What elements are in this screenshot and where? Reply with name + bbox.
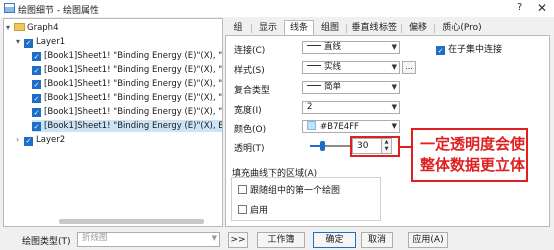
tree-layer1-label: Layer1	[36, 37, 66, 47]
annotation-line-2: 整体数据更立体	[420, 156, 526, 174]
tab-separator	[346, 24, 347, 33]
line-sample	[307, 45, 321, 46]
width-label: 宽度(I)	[234, 106, 262, 116]
apply-button[interactable]: 应用(A)	[408, 232, 448, 248]
plot-tree[interactable]: ▾ Graph4 ▾ ✓ Layer1 ✓ [Book1]Sheet1! "Bindin…	[3, 18, 223, 227]
tree-plot-item[interactable]: ✓ [Book1]Sheet1! "Binding Energy (E)"(X),…	[32, 92, 222, 104]
tree-plot-label: [Book1]Sheet1! "Binding Energy (E)"(X), …	[44, 93, 223, 103]
tree-plot-item[interactable]: ✓ [Book1]Sheet1! "Binding Energy (E)"(X),…	[32, 106, 222, 118]
checkbox-unchecked-icon	[238, 185, 247, 194]
tree-plot-label: [Book1]Sheet1! "Binding Energy (E)"(X), …	[44, 79, 223, 89]
title-bar: 绘图细节 - 绘图属性 ? ✕	[0, 0, 554, 17]
plot-checkbox[interactable]: ✓	[32, 122, 41, 131]
plot-checkbox[interactable]: ✓	[32, 52, 41, 61]
tab-label[interactable]: 标签	[378, 21, 398, 35]
chevron-down-icon: ▼	[391, 43, 397, 51]
tree-plot-item[interactable]: ✓ [Book1]Sheet1! "Binding Energy (E)"(X),…	[32, 120, 222, 132]
tree-plot-item[interactable]: ✓ [Book1]Sheet1! "Binding Energy (E)"(X),…	[32, 64, 222, 76]
color-swatch	[307, 121, 316, 130]
tab-separator	[401, 24, 402, 33]
workbook-button[interactable]: 工作簿	[257, 232, 305, 248]
tree-node-graph[interactable]: ▾ Graph4	[6, 22, 58, 34]
tree-plot-label: [Book1]Sheet1! "Binding Energy (E)"(X), …	[44, 107, 223, 117]
chevron-down-icon: ▼	[391, 122, 397, 130]
tab-offset[interactable]: 偏移	[406, 21, 430, 35]
tree-graph-label: Graph4	[27, 23, 59, 33]
color-label: 颜色(O)	[234, 125, 267, 135]
tree-node-layer2[interactable]: › ✓ Layer2	[16, 134, 65, 146]
connect-in-subset-checkbox[interactable]: ✓ 在子集中连接	[436, 42, 502, 55]
style-label: 样式(S)	[234, 66, 265, 76]
folder-icon	[14, 23, 25, 31]
plot-checkbox[interactable]: ✓	[32, 94, 41, 103]
tab-stack[interactable]: 组图	[318, 21, 342, 35]
tree-plot-label: [Book1]Sheet1! "Binding Energy (E)"(X), …	[44, 121, 223, 131]
width-value: 2	[307, 102, 313, 112]
expand-icon[interactable]: ›	[16, 134, 24, 146]
color-select[interactable]: #B7E4FF ▼	[302, 120, 400, 133]
chevron-down-icon: ▼	[391, 83, 397, 91]
enable-fill-checkbox[interactable]: 启用	[238, 203, 268, 216]
tree-node-layer1[interactable]: ▾ ✓ Layer1	[16, 36, 65, 48]
tab-line[interactable]: 线条	[284, 20, 314, 36]
chevron-down-icon: ▼	[211, 234, 217, 242]
compound-type-label: 复合类型	[234, 86, 271, 96]
compound-type-value: 简单	[324, 82, 342, 92]
bottom-bar: 绘图类型(T) 折线图 ▼ >> 工作簿 确定 取消 应用(A)	[0, 228, 554, 250]
chevron-down-icon: ▼	[391, 63, 397, 71]
plot-type-select[interactable]: 折线图 ▼	[77, 232, 220, 247]
tree-plot-item[interactable]: ✓ [Book1]Sheet1! "Binding Energy (E)"(X),…	[32, 50, 222, 62]
tab-separator	[251, 24, 252, 33]
tab-group[interactable]: 组	[231, 21, 245, 35]
ok-button[interactable]: 确定	[313, 232, 356, 248]
layer-checkbox[interactable]: ✓	[24, 39, 33, 48]
tab-separator	[434, 24, 435, 33]
checkbox-checked-icon: ✓	[436, 46, 445, 55]
window-title: 绘图细节 - 绘图属性	[18, 6, 99, 16]
app-icon	[4, 3, 15, 13]
tab-drop-lines[interactable]: 垂直线	[350, 21, 380, 35]
close-icon[interactable]: ✕	[537, 1, 547, 15]
checkbox-unchecked-icon	[238, 205, 247, 214]
help-icon[interactable]: ?	[517, 2, 522, 13]
annotation-callout: 一定透明度会使 整体数据更立体	[411, 128, 528, 182]
enable-fill-label: 启用	[250, 206, 269, 216]
tree-plot-label: [Book1]Sheet1! "Binding Energy (E)"(X), …	[44, 51, 223, 61]
color-value: #B7E4FF	[320, 122, 359, 132]
plot-type-value: 折线图	[82, 233, 108, 243]
plot-type-label: 绘图类型(T)	[22, 237, 71, 247]
style-select[interactable]: 实线 ▼	[302, 61, 400, 74]
cancel-button[interactable]: 取消	[361, 232, 393, 248]
width-select[interactable]: 2 ▼	[302, 101, 400, 114]
expand-panel-button[interactable]: >>	[228, 232, 248, 248]
line-sample	[307, 65, 321, 66]
connect-value: 直线	[324, 42, 342, 52]
horizontal-scrollbar[interactable]	[59, 219, 204, 224]
highlight-box	[350, 136, 400, 157]
plot-checkbox[interactable]: ✓	[32, 80, 41, 89]
connect-select[interactable]: 直线 ▼	[302, 41, 400, 54]
style-more-button[interactable]: ...	[402, 61, 416, 74]
tree-plot-item[interactable]: ✓ [Book1]Sheet1! "Binding Energy (E)"(X),…	[32, 78, 222, 90]
collapse-icon[interactable]: ▾	[6, 22, 14, 34]
layer-checkbox[interactable]: ✓	[24, 137, 33, 146]
style-value: 实线	[324, 62, 342, 72]
plot-checkbox[interactable]: ✓	[32, 108, 41, 117]
tab-display[interactable]: 显示	[256, 21, 280, 35]
connect-in-subset-label: 在子集中连接	[448, 45, 503, 55]
compound-type-select[interactable]: 简单 ▼	[302, 81, 400, 94]
connect-label: 连接(C)	[234, 46, 266, 56]
follow-first-plot-label: 跟随组中的第一个绘图	[250, 186, 341, 196]
collapse-icon[interactable]: ▾	[16, 36, 24, 48]
tab-centroid[interactable]: 质心(Pro)	[438, 21, 486, 35]
tree-layer2-label: Layer2	[36, 135, 66, 145]
follow-first-plot-checkbox[interactable]: 跟随组中的第一个绘图	[238, 183, 340, 196]
annotation-line-1: 一定透明度会使	[420, 135, 526, 153]
line-sample	[307, 85, 321, 86]
transparency-label: 透明(T)	[234, 144, 265, 154]
plot-checkbox[interactable]: ✓	[32, 66, 41, 75]
tree-plot-label: [Book1]Sheet1! "Binding Energy (E)"(X), …	[44, 65, 223, 75]
chevron-down-icon: ▼	[391, 103, 397, 111]
transparency-slider-thumb[interactable]	[320, 141, 325, 151]
